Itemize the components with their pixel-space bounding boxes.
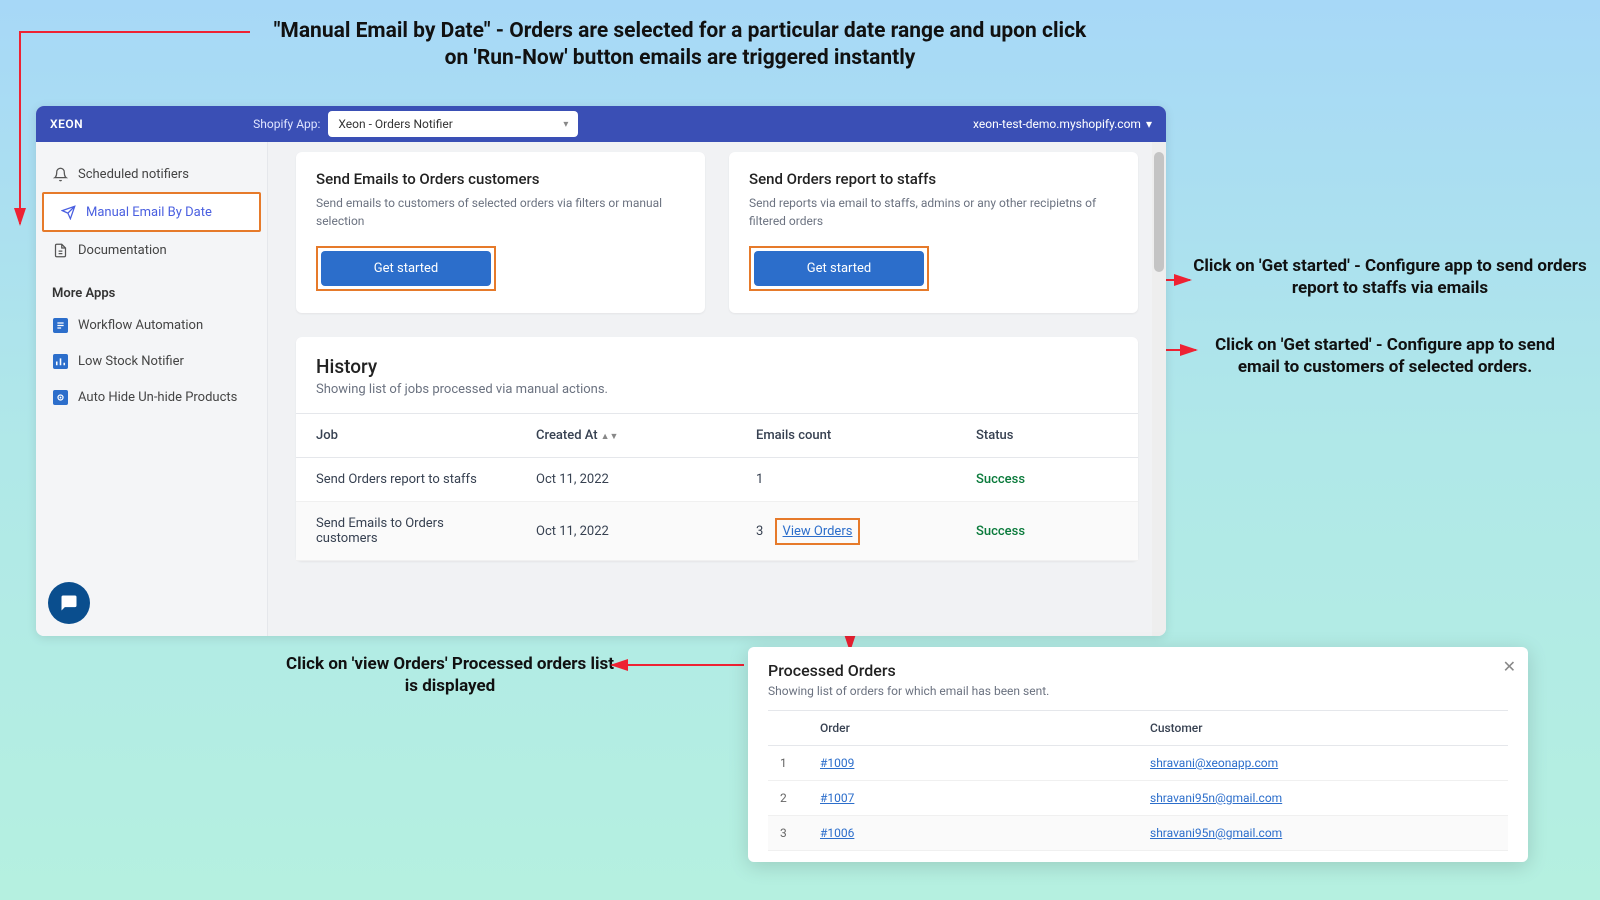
sidebar-item-scheduled[interactable]: Scheduled notifiers [36,156,267,192]
card-title: Send Emails to Orders customers [316,170,685,188]
history-subtitle: Showing list of jobs processed via manua… [316,382,1118,397]
order-link[interactable]: #1006 [820,826,854,840]
table-row: 2 #1007 shravani95n@gmail.com [768,781,1508,816]
close-icon[interactable]: ✕ [1503,657,1516,676]
arrow-left-modal [604,655,754,675]
sidebar-item-workflow[interactable]: Workflow Automation [36,307,267,343]
modal-subtitle: Showing list of orders for which email h… [768,684,1508,698]
card-title: Send Orders report to staffs [749,170,1118,188]
customer-link[interactable]: shravani95n@gmail.com [1150,826,1282,840]
processed-orders-modal: ✕ Processed Orders Showing list of order… [748,647,1528,862]
sidebar: Scheduled notifiers Manual Email By Date… [36,142,268,636]
customer-link[interactable]: shravani95n@gmail.com [1150,791,1282,805]
history-card: History Showing list of jobs processed v… [296,337,1138,561]
highlight-box: Get started [749,246,929,291]
card-send-report-staffs: Send Orders report to staffs Send report… [729,152,1138,313]
sidebar-item-label: Auto Hide Un-hide Products [78,390,237,405]
get-started-button-customers[interactable]: Get started [321,251,491,286]
chevron-down-icon: ▾ [1146,117,1152,131]
app-picker-value: Xeon - Orders Notifier [338,117,452,131]
sidebar-item-documentation[interactable]: Documentation [36,232,267,268]
chat-widget[interactable] [48,582,90,624]
app-picker[interactable]: Xeon - Orders Notifier ▾ [328,111,578,137]
view-orders-link[interactable]: View Orders [783,524,853,539]
scrollbar[interactable] [1152,142,1166,636]
topbar: XEON Shopify App: Xeon - Orders Notifier… [36,106,1166,142]
history-title: History [316,355,1118,378]
highlight-box: Get started [316,246,496,291]
annotation-bottom: Click on 'view Orders' Processed orders … [280,653,620,697]
cell-created: Oct 11, 2022 [516,458,736,502]
col-job[interactable]: Job [296,414,516,458]
customer-link[interactable]: shravani@xeonapp.com [1150,756,1278,770]
cell-count: 1 [736,458,956,502]
col-status[interactable]: Status [956,414,1138,458]
cell-status: Success [956,458,1138,502]
order-link[interactable]: #1007 [820,791,854,805]
col-emails[interactable]: Emails count [736,414,956,458]
processed-orders-table: Order Customer 1 #1009 shravani@xeonapp.… [768,710,1508,851]
store-switcher[interactable]: xeon-test-demo.myshopify.com ▾ [973,117,1152,131]
col-index [768,711,808,746]
main-content: Send Emails to Orders customers Send ema… [268,142,1166,636]
col-order: Order [808,711,1138,746]
sidebar-section-more: More Apps [36,268,267,307]
sidebar-item-label: Manual Email By Date [86,205,212,220]
history-table: Job Created At▲▼ Emails count Status Sen… [296,413,1138,561]
order-link[interactable]: #1009 [820,756,854,770]
eye-icon [52,389,68,405]
bell-icon [52,166,68,182]
cell-job: Send Emails to Orders customers [296,502,516,561]
col-created[interactable]: Created At▲▼ [516,414,736,458]
modal-title: Processed Orders [768,661,1508,680]
app-picker-label: Shopify App: [253,117,320,131]
table-row: Send Orders report to staffs Oct 11, 202… [296,458,1138,502]
card-send-emails-customers: Send Emails to Orders customers Send ema… [296,152,705,313]
table-row: 3 #1006 shravani95n@gmail.com [768,816,1508,851]
col-customer: Customer [1138,711,1508,746]
workflow-icon [52,317,68,333]
cell-index: 1 [768,746,808,781]
sort-icon: ▲▼ [601,432,619,442]
cell-count: 3 View Orders [736,502,956,561]
sidebar-item-autohide[interactable]: Auto Hide Un-hide Products [36,379,267,415]
get-started-button-staffs[interactable]: Get started [754,251,924,286]
sidebar-item-lowstock[interactable]: Low Stock Notifier [36,343,267,379]
chart-icon [52,353,68,369]
cell-created: Oct 11, 2022 [516,502,736,561]
cell-job: Send Orders report to staffs [296,458,516,502]
annotation-right-2: Click on 'Get started' - Configure app t… [1200,334,1570,378]
annotation-top: "Manual Email by Date" - Orders are sele… [260,18,1100,73]
sidebar-item-manual-email[interactable]: Manual Email By Date [42,192,261,232]
sidebar-item-label: Documentation [78,243,167,258]
card-desc: Send emails to customers of selected ord… [316,194,685,230]
table-row: Send Emails to Orders customers Oct 11, … [296,502,1138,561]
cell-status: Success [956,502,1138,561]
cell-index: 3 [768,816,808,851]
card-desc: Send reports via email to staffs, admins… [749,194,1118,230]
store-name: xeon-test-demo.myshopify.com [973,117,1141,131]
sidebar-item-label: Scheduled notifiers [78,167,189,182]
chevron-down-icon: ▾ [563,119,568,130]
sidebar-item-label: Low Stock Notifier [78,354,184,369]
send-icon [60,204,76,220]
document-icon [52,242,68,258]
annotation-right-1: Click on 'Get started' - Configure app t… [1190,255,1590,299]
highlight-box: View Orders [775,518,861,545]
cell-index: 2 [768,781,808,816]
sidebar-item-label: Workflow Automation [78,318,203,333]
app-window: XEON Shopify App: Xeon - Orders Notifier… [36,106,1166,636]
table-row: 1 #1009 shravani@xeonapp.com [768,746,1508,781]
brand: XEON [50,117,83,131]
